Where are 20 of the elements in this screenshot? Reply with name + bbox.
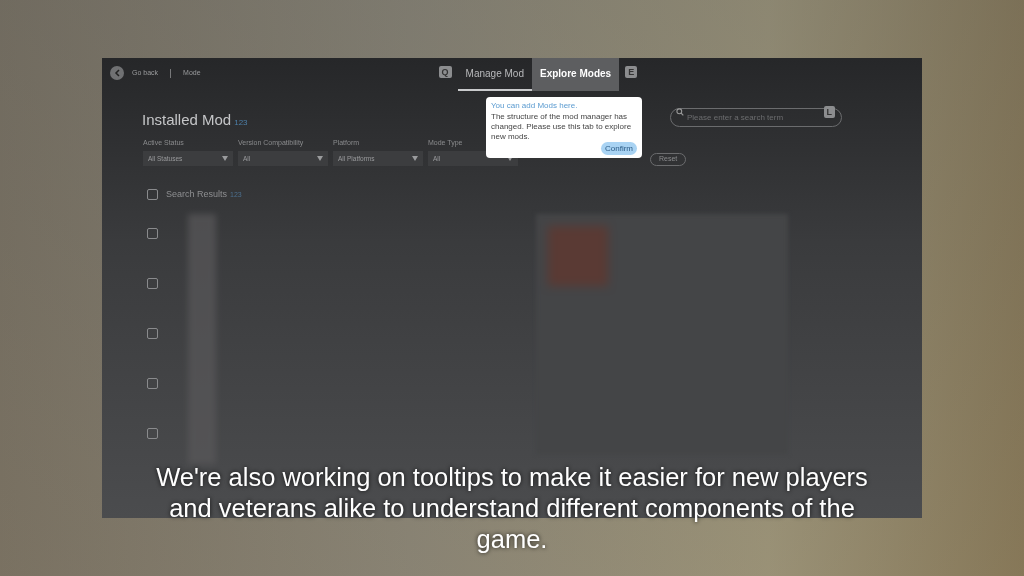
checkbox[interactable] bbox=[147, 327, 158, 339]
checkbox[interactable] bbox=[147, 277, 158, 289]
back-button[interactable] bbox=[110, 66, 124, 80]
key-hint: L bbox=[823, 106, 835, 118]
search-icon bbox=[676, 108, 684, 116]
checkbox[interactable] bbox=[147, 427, 158, 439]
results-title: Search Results bbox=[166, 188, 228, 201]
checkbox[interactable] bbox=[147, 189, 158, 201]
tab[interactable]: Explore Modes bbox=[532, 58, 620, 91]
key-hint: E bbox=[625, 66, 638, 78]
confirm-button[interactable]: Confirm bbox=[601, 142, 637, 155]
chevron-left-icon bbox=[114, 69, 120, 77]
count-label: 123 bbox=[234, 117, 248, 129]
key-hint: Q bbox=[438, 66, 452, 78]
video-caption: We're also working on tooltips to make it easier for new players and veterans alike to understand different components of the game. bbox=[155, 462, 869, 555]
tooltip-title: You can add Mods here. bbox=[491, 101, 579, 111]
section-title: Installed Mod bbox=[142, 110, 232, 130]
checkbox[interactable] bbox=[147, 227, 158, 239]
checkbox[interactable] bbox=[147, 377, 158, 389]
tooltip-text: The structure of the mod manager has changed. Please use this tab to explore new mods. bbox=[491, 112, 633, 142]
